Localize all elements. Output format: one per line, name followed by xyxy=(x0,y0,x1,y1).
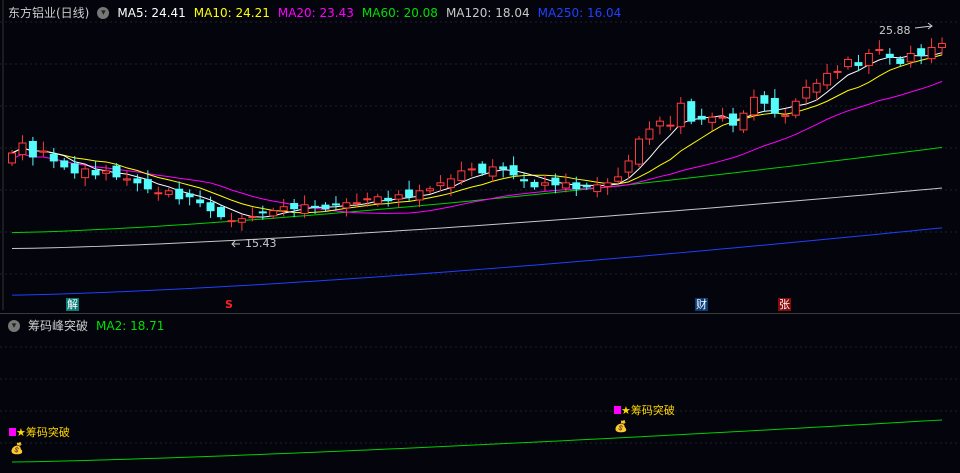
indicator-chart[interactable] xyxy=(0,0,960,473)
money-bag-icon: 💰 xyxy=(10,442,24,455)
signal-label-2: ★筹码突破 xyxy=(613,404,676,417)
ma2-line xyxy=(11,419,943,463)
signal-label: ★筹码突破 xyxy=(8,426,71,439)
money-bag-icon: 💰 xyxy=(614,420,628,433)
stock-chart: 东方铝业(日线) ▾ MA5: 24.41 MA10: 24.21 MA20: 23… xyxy=(0,0,960,473)
